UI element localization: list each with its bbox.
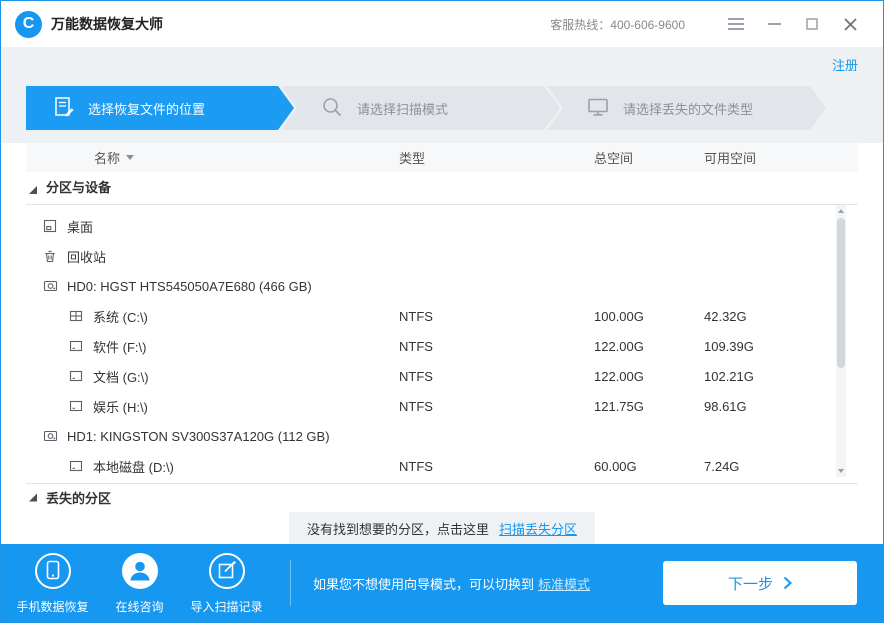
device-total: 121.75G [594, 399, 704, 414]
device-free: 42.32G [704, 309, 858, 324]
device-name: HD0: HGST HTS545050A7E680 (466 GB) [67, 279, 312, 294]
section-lost-partitions[interactable]: 丢失的分区 [26, 483, 858, 505]
device-list: 桌面 回收站 HD0: HGST HTS545050A7E680 (466 GB… [26, 205, 858, 481]
footer-divider [290, 560, 291, 606]
device-total: 122.00G [594, 339, 704, 354]
device-type: NTFS [399, 369, 594, 384]
device-name: HD1: KINGSTON SV300S37A120G (112 GB) [67, 429, 330, 444]
harddisk-icon [42, 429, 58, 443]
device-type: NTFS [399, 399, 594, 414]
scrollbar[interactable] [836, 205, 846, 477]
table-header: 名称 类型 总空间 可用空间 [26, 143, 858, 172]
person-icon [121, 552, 159, 593]
step-file-type[interactable]: 请选择丢失的文件类型 [547, 86, 826, 130]
device-type: NTFS [399, 309, 594, 324]
device-name: 桌面 [67, 217, 93, 236]
device-name: 本地磁盘 (D:\) [93, 457, 174, 476]
drive-icon [68, 369, 84, 383]
online-consult-button[interactable]: 在线咨询 [96, 552, 183, 615]
device-name: 系统 (C:\) [93, 307, 148, 326]
step-select-location[interactable]: 选择恢复文件的位置 [26, 86, 294, 130]
footer-bar: 手机数据恢复 在线咨询 导入扫描记录 如果您不想使用向导模式，可以切换到标准模式… [1, 544, 883, 622]
drive-icon [68, 339, 84, 353]
phone-recovery-button[interactable]: 手机数据恢复 [9, 552, 96, 615]
collapse-triangle-icon [29, 494, 37, 502]
next-button[interactable]: 下一步 [663, 561, 857, 605]
device-name: 软件 (F:\) [93, 337, 146, 356]
device-row[interactable]: HD1: KINGSTON SV300S37A120G (112 GB) [26, 421, 858, 451]
drive-icon [68, 459, 84, 473]
device-list-wrap: 桌面 回收站 HD0: HGST HTS545050A7E680 (466 GB… [26, 205, 858, 483]
device-row[interactable]: 软件 (F:\) NTFS 122.00G 109.39G [26, 331, 858, 361]
recycle-bin-icon [42, 249, 58, 263]
file-edit-icon [54, 96, 74, 121]
device-total: 100.00G [594, 309, 704, 324]
phone-icon [34, 552, 72, 593]
device-total: 122.00G [594, 369, 704, 384]
mode-hint: 如果您不想使用向导模式，可以切换到标准模式 [313, 574, 590, 593]
app-title: 万能数据恢复大师 [51, 14, 163, 34]
system-drive-icon [68, 309, 84, 323]
device-name: 回收站 [67, 247, 106, 266]
top-band: 注册 选择恢复文件的位置 请选择扫描模式 请选择丢失的文件类型 [1, 48, 883, 143]
scroll-down-icon[interactable] [836, 465, 846, 477]
device-row[interactable]: 文档 (G:\) NTFS 122.00G 102.21G [26, 361, 858, 391]
desktop-icon [42, 219, 58, 233]
close-icon[interactable] [835, 10, 865, 38]
app-logo-icon: C [15, 11, 42, 38]
drive-icon [68, 399, 84, 413]
scrollbar-thumb[interactable] [837, 218, 845, 368]
device-row[interactable]: 本地磁盘 (D:\) NTFS 60.00G 7.24G [26, 451, 858, 481]
import-record-icon [208, 552, 246, 593]
titlebar: C 万能数据恢复大师 客服热线：400-606-9600 [1, 1, 883, 48]
content-area: 名称 类型 总空间 可用空间 分区与设备 桌面 回收站 [1, 143, 883, 544]
step-label: 选择恢复文件的位置 [88, 99, 205, 118]
column-header-free: 可用空间 [704, 148, 858, 167]
harddisk-icon [42, 279, 58, 293]
monitor-icon [587, 97, 609, 120]
column-header-total: 总空间 [594, 148, 704, 167]
app-window: C 万能数据恢复大师 客服热线：400-606-9600 注册 选择恢复文件的位… [0, 0, 884, 623]
register-link[interactable]: 注册 [832, 55, 858, 74]
search-icon [321, 96, 343, 121]
chevron-right-icon [783, 576, 792, 590]
hotline-text: 客服热线：400-606-9600 [550, 16, 685, 33]
device-type: NTFS [399, 459, 594, 474]
lost-partition-notice: 没有找到想要的分区，点击这里 扫描丢失分区 [289, 512, 595, 544]
device-row[interactable]: 桌面 [26, 211, 858, 241]
collapse-triangle-icon [29, 186, 37, 194]
wizard-steps: 选择恢复文件的位置 请选择扫描模式 请选择丢失的文件类型 [26, 86, 883, 130]
minimize-icon[interactable] [759, 10, 789, 38]
device-row[interactable]: 娱乐 (H:\) NTFS 121.75G 98.61G [26, 391, 858, 421]
device-type: NTFS [399, 339, 594, 354]
step-scan-mode[interactable]: 请选择扫描模式 [281, 86, 560, 130]
device-total: 60.00G [594, 459, 704, 474]
menu-icon[interactable] [721, 10, 751, 38]
device-free: 109.39G [704, 339, 858, 354]
standard-mode-link[interactable]: 标准模式 [538, 577, 590, 592]
column-header-name[interactable]: 名称 [26, 148, 399, 167]
device-name: 文档 (G:\) [93, 367, 149, 386]
device-name: 娱乐 (H:\) [93, 397, 148, 416]
device-row[interactable]: 回收站 [26, 241, 858, 271]
import-scan-record-button[interactable]: 导入扫描记录 [183, 552, 270, 615]
scan-lost-partitions-link[interactable]: 扫描丢失分区 [499, 519, 577, 538]
column-header-type: 类型 [399, 148, 594, 167]
step-label: 请选择丢失的文件类型 [623, 99, 753, 118]
device-row[interactable]: 系统 (C:\) NTFS 100.00G 42.32G [26, 301, 858, 331]
device-free: 98.61G [704, 399, 858, 414]
device-row[interactable]: HD0: HGST HTS545050A7E680 (466 GB) [26, 271, 858, 301]
section-partitions-devices[interactable]: 分区与设备 [26, 172, 858, 205]
step-label: 请选择扫描模式 [357, 99, 448, 118]
sort-caret-icon [126, 155, 134, 160]
maximize-icon[interactable] [797, 10, 827, 38]
scroll-up-icon[interactable] [836, 205, 846, 217]
device-free: 102.21G [704, 369, 858, 384]
device-free: 7.24G [704, 459, 858, 474]
